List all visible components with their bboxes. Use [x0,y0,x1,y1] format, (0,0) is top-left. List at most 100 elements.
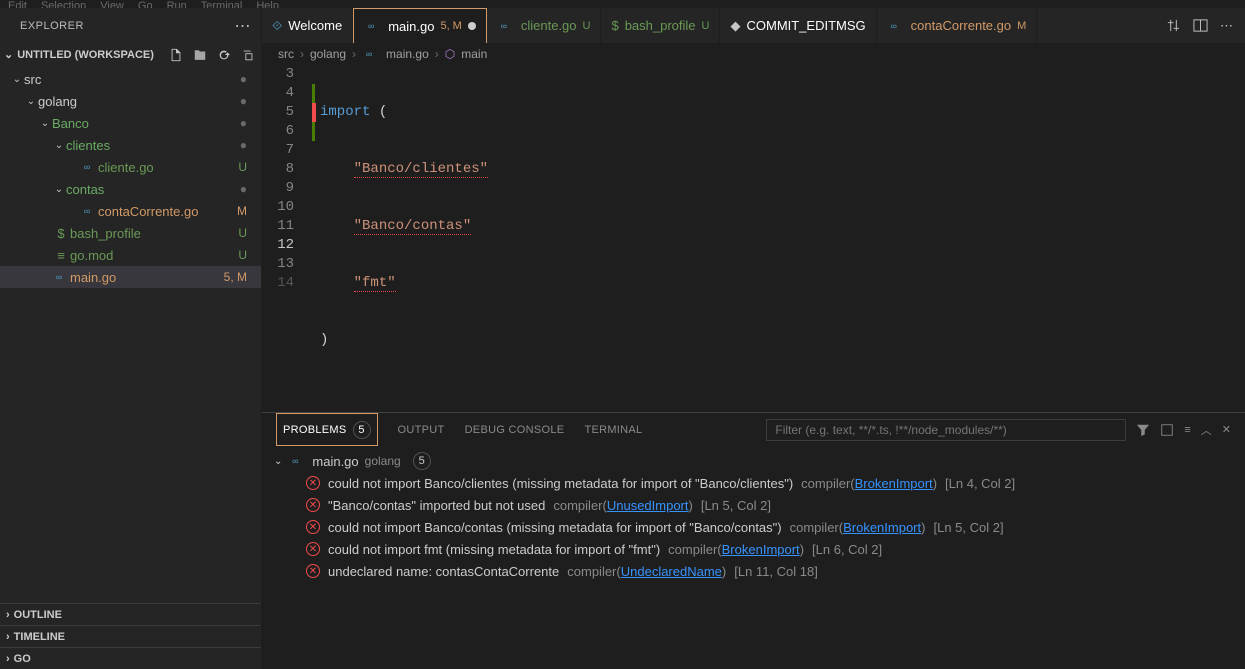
problem-location: [Ln 5, Col 2] [933,520,1003,535]
refresh-icon[interactable] [217,48,231,62]
tree-folder-clientes[interactable]: ⌄ clientes ● [0,134,261,156]
tree-folder-golang[interactable]: ⌄ golang ● [0,90,261,112]
workspace-title: UNTITLED (WORKSPACE) [17,49,154,61]
chevron-down-icon: ⌄ [24,96,38,107]
problem-message: undeclared name: contasContaCorrente [328,564,559,579]
tab-welcome[interactable]: ⟐ Welcome [262,8,353,43]
go-file-icon: ∞ [362,47,376,61]
problem-link[interactable]: UnusedImport [607,498,689,513]
go-file-icon: ∞ [887,19,901,33]
tree-file-go-mod[interactable]: ≡ go.mod U [0,244,261,266]
workspace-header[interactable]: ⌄ UNTITLED (WORKSPACE) [0,43,261,66]
sidebar-title: EXPLORER [20,20,84,32]
error-icon: ✕ [306,476,320,490]
panel-tab-terminal[interactable]: TERMINAL [584,413,642,446]
split-editor-icon[interactable] [1193,18,1208,33]
outline-section[interactable]: › OUTLINE [0,603,261,625]
chevron-right-icon: › [6,653,10,665]
chevron-up-icon[interactable]: ︿ [1201,422,1212,438]
tab-bash-profile[interactable]: $ bash_profile U [601,8,720,43]
problems-file-header[interactable]: ⌄ ∞ main.go golang 5 [262,450,1245,472]
gutter-marks [312,65,320,412]
problem-item[interactable]: ✕ undeclared name: contasContaCorrente co… [262,560,1245,582]
error-icon: ✕ [306,498,320,512]
collapse-icon[interactable] [1160,423,1174,437]
chevron-down-icon: ⌄ [4,48,13,61]
tree-folder-src[interactable]: ⌄ src ● [0,68,261,90]
menu-run[interactable]: Run [167,0,187,8]
breadcrumbs[interactable]: src › golang › ∞ main.go › ⬡ main [262,43,1245,65]
sidebar-more-icon[interactable]: ⋯ [235,16,252,36]
chevron-down-icon: ⌄ [274,456,282,467]
tab-cliente-go[interactable]: ∞ cliente.go U [487,8,602,43]
problem-location: [Ln 6, Col 2] [812,542,882,557]
file-tree: ⌄ src ● ⌄ golang ● ⌄ Banco ● ⌄ clientes … [0,66,261,603]
chevron-right-icon: › [6,631,10,643]
problems-list: ⌄ ∞ main.go golang 5 ✕could not import B… [262,446,1245,669]
timeline-section[interactable]: › TIMELINE [0,625,261,647]
go-file-icon: ∞ [288,454,302,468]
new-file-icon[interactable] [169,48,183,62]
problem-link[interactable]: BrokenImport [843,520,921,535]
problem-location: [Ln 11, Col 18] [734,564,818,579]
go-section[interactable]: › GO [0,647,261,669]
problem-location: [Ln 5, Col 2] [701,498,771,513]
code-editor[interactable]: 3456 78910 11121314 import ( "Banco/c [262,65,1245,412]
menu-edit[interactable]: Edit [8,0,27,8]
go-file-icon: ∞ [52,270,66,284]
problem-source: compiler(BrokenImport) [668,542,804,557]
chevron-right-icon: › [352,47,356,61]
go-file-icon: ∞ [80,160,94,174]
close-panel-icon[interactable]: ✕ [1222,423,1231,436]
tree-file-main-go[interactable]: ∞ main.go 5, M [0,266,261,288]
menu-go[interactable]: Go [138,0,153,8]
sidebar: EXPLORER ⋯ ⌄ UNTITLED (WORKSPACE) [0,8,262,669]
panel-tab-output[interactable]: OUTPUT [398,413,445,446]
problem-source: compiler(BrokenImport) [801,476,937,491]
panel-tab-bar: PROBLEMS 5 OUTPUT DEBUG CONSOLE TERMINAL… [262,413,1245,446]
diff-icon[interactable] [1166,18,1181,33]
menu-help[interactable]: Help [256,0,279,8]
problem-item[interactable]: ✕ "Banco/contas" imported but not used co… [262,494,1245,516]
problem-item[interactable]: ✕could not import fmt (missing metadata … [262,538,1245,560]
filter-icon[interactable] [1136,423,1150,437]
tab-main-go[interactable]: ∞ main.go 5, M [353,8,487,43]
menu-selection[interactable]: Selection [41,0,86,8]
problem-source: compiler(UndeclaredName) [567,564,726,579]
tab-contacorrente-go[interactable]: ∞ contaCorrente.go M [877,8,1038,43]
menubar[interactable]: Edit Selection View Go Run Terminal Help [0,0,1245,8]
git-icon: ◆ [730,18,740,34]
menu-terminal[interactable]: Terminal [201,0,243,8]
more-icon[interactable]: ⋯ [1220,18,1233,34]
panel-tab-problems[interactable]: PROBLEMS 5 [276,413,378,446]
minimap[interactable] [1131,65,1231,412]
go-file-icon: ∞ [497,19,511,33]
problem-item[interactable]: ✕could not import Banco/contas (missing … [262,516,1245,538]
new-folder-icon[interactable] [193,48,207,62]
tree-file-bash-profile[interactable]: $ bash_profile U [0,222,261,244]
chevron-down-icon: ⌄ [52,184,66,195]
error-icon: ✕ [306,520,320,534]
chevron-down-icon: ⌄ [52,140,66,151]
tree-folder-contas[interactable]: ⌄ contas ● [0,178,261,200]
list-icon[interactable]: ≡ [1184,424,1190,436]
error-icon: ✕ [306,564,320,578]
problem-item[interactable]: ✕could not import Banco/clientes (missin… [262,472,1245,494]
problem-link[interactable]: BrokenImport [722,542,800,557]
tree-folder-banco[interactable]: ⌄ Banco ● [0,112,261,134]
tab-bar: ⟐ Welcome ∞ main.go 5, M ∞ cliente.go U … [262,8,1245,43]
problem-location: [Ln 4, Col 2] [945,476,1015,491]
problem-message: could not import fmt (missing metadata f… [328,542,660,557]
tree-file-cliente-go[interactable]: ∞ cliente.go U [0,156,261,178]
problem-source: compiler(UnusedImport) [553,498,692,513]
problems-filter-input[interactable] [766,419,1126,441]
problem-message: "Banco/contas" imported but not used [328,498,545,513]
problem-link[interactable]: UndeclaredName [621,564,722,579]
panel-tab-debug[interactable]: DEBUG CONSOLE [465,413,565,446]
problem-link[interactable]: BrokenImport [855,476,933,491]
menu-view[interactable]: View [100,0,124,8]
tab-commit-editmsg[interactable]: ◆ COMMIT_EDITMSG [720,8,876,43]
tree-file-contacorrente-go[interactable]: ∞ contaCorrente.go M [0,200,261,222]
chevron-right-icon: › [300,47,304,61]
collapse-all-icon[interactable] [241,48,255,62]
